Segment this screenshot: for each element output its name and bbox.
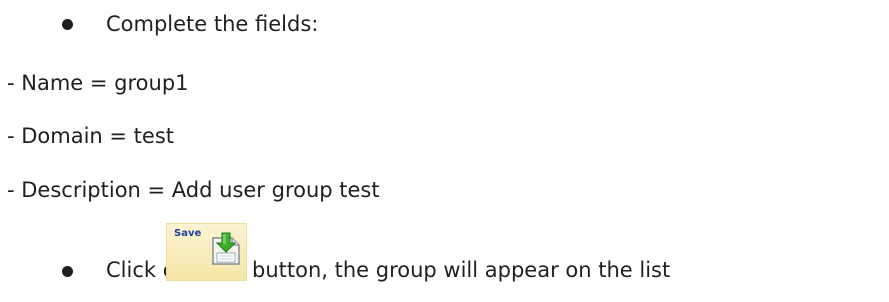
field-name-line: - Name = group1 <box>7 71 189 95</box>
field-description-line: - Description = Add user group test <box>7 178 380 202</box>
field-domain-line: - Domain = test <box>7 124 175 148</box>
save-button[interactable]: Save <box>166 223 247 281</box>
bullet-icon <box>62 19 73 30</box>
save-download-icon <box>212 232 240 265</box>
save-button-label: Save <box>174 228 202 239</box>
bullet-icon <box>62 266 73 277</box>
instruction-text-after: button, the group will appear on the lis… <box>252 258 671 282</box>
instruction-text: Complete the fields: <box>106 12 319 36</box>
